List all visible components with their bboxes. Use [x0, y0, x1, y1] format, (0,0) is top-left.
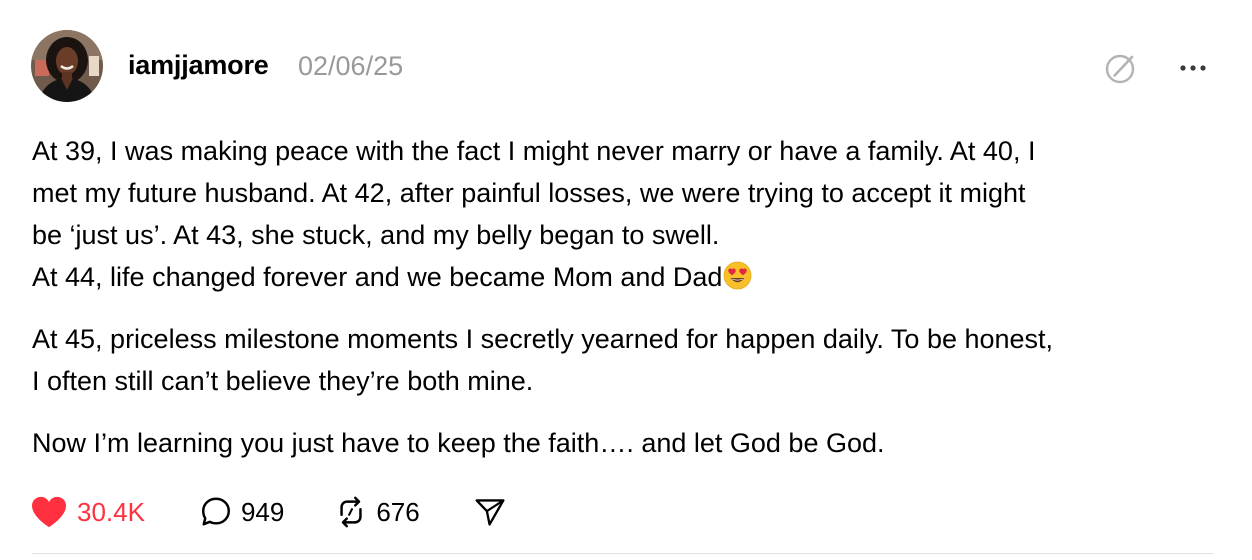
- paragraph: At 39, I was making peace with the fact …: [32, 130, 1212, 298]
- text-line: At 45, priceless milestone moments I sec…: [32, 324, 1054, 354]
- repost-button[interactable]: 676: [334, 495, 420, 529]
- text-line: be ‘just us’. At 43, she stuck, and my b…: [32, 220, 720, 250]
- post-timestamp: 02/06/25: [298, 51, 404, 81]
- heart-eyes-emoji: [723, 260, 752, 290]
- username[interactable]: iamjjamore: [128, 50, 269, 81]
- text-line-with-emoji: At 44, life changed forever and we becam…: [32, 256, 1212, 298]
- reply-count: 949: [240, 496, 285, 527]
- heart-icon: [32, 496, 66, 528]
- text-line: I often still can’t believe they’re both…: [32, 366, 534, 396]
- repost-count: 676: [376, 496, 420, 527]
- threads-post: iamjjamore 02/06/25 At 39, I was making …: [0, 0, 1252, 560]
- paragraph: Now I’m learning you just have to keep t…: [32, 422, 1212, 464]
- share-paper-plane-icon: [475, 499, 505, 526]
- text-line: Now I’m learning you just have to keep t…: [32, 428, 885, 458]
- divider: [32, 553, 1214, 554]
- like-button[interactable]: 30.4K: [30, 495, 145, 529]
- paragraph: At 45, priceless milestone moments I sec…: [32, 318, 1212, 402]
- avatar-image: [31, 30, 103, 102]
- text-line: At 44, life changed forever and we becam…: [32, 262, 723, 292]
- avatar[interactable]: [31, 30, 103, 102]
- share-button[interactable]: [474, 496, 506, 528]
- text-line: At 39, I was making peace with the fact …: [32, 136, 1036, 166]
- text-line: met my future husband. At 42, after pain…: [32, 178, 1026, 208]
- like-count: 30.4K: [77, 496, 145, 527]
- comment-bubble-icon: [201, 497, 230, 526]
- edit-icon[interactable]: [1104, 51, 1138, 85]
- post-content: At 39, I was making peace with the fact …: [32, 130, 1212, 464]
- reply-button[interactable]: 949: [199, 495, 284, 529]
- repost-icon: [340, 496, 363, 528]
- action-bar: 30.4K 949 676: [30, 490, 506, 534]
- more-options-icon[interactable]: [1176, 56, 1210, 80]
